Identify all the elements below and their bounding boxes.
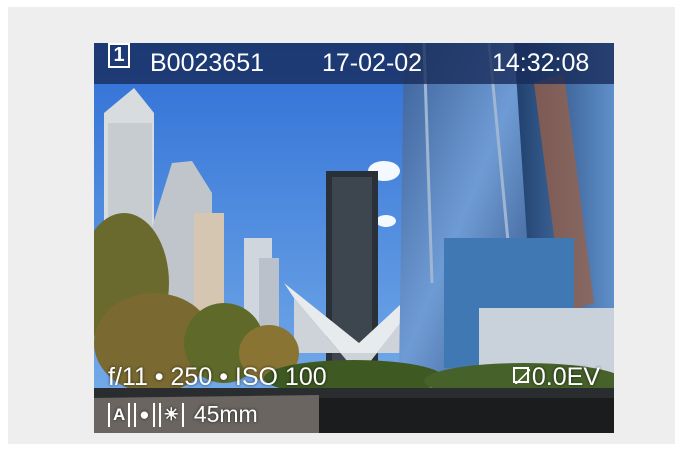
- file-name: B0023651: [150, 49, 265, 77]
- ev-compensation: 0.0EV: [512, 363, 600, 392]
- playback-info-bar: 1 B0023651 17-02-02 14:32:08: [94, 43, 614, 84]
- memorial-pool: [319, 398, 614, 433]
- shutter-speed-value: 250: [170, 363, 213, 391]
- capture-time: 14:32:08: [492, 49, 590, 77]
- iso-value: ISO 100: [234, 363, 327, 391]
- focal-length: 45mm: [193, 401, 258, 427]
- separator: •: [154, 363, 164, 391]
- playback-frame: 1 B0023651 17-02-02 14:32:08 f/11 • 250 …: [8, 7, 675, 444]
- card-slot-icon: 1: [108, 43, 130, 68]
- ev-compensation-value: 0.0EV: [531, 363, 600, 391]
- ev-compensation-icon: [512, 367, 530, 384]
- camera-playback-screen: 1 B0023651 17-02-02 14:32:08 f/11 • 250 …: [94, 43, 614, 433]
- mode-a-icon: A: [108, 402, 131, 427]
- exposure-info: f/11 • 250 • ISO 100: [108, 363, 327, 392]
- aperture-value: f/11: [108, 363, 148, 391]
- separator: •: [219, 363, 228, 391]
- cloud: [376, 215, 396, 227]
- shooting-status: A ● ☀ 45mm: [108, 401, 258, 428]
- white-balance-daylight-icon: ☀: [158, 402, 184, 427]
- metering-spot-icon: ●: [134, 402, 155, 427]
- capture-date: 17-02-02: [322, 49, 423, 77]
